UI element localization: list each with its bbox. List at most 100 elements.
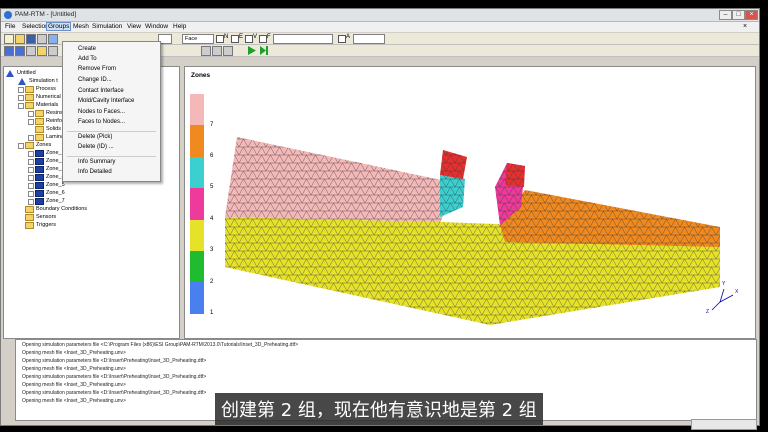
menu-separator: [67, 131, 156, 132]
menu-groups[interactable]: Groups: [46, 22, 72, 31]
tree-resins-label: Resins: [46, 110, 63, 116]
new-file-icon[interactable]: [4, 34, 14, 44]
folder-icon: [25, 94, 34, 101]
menu-item-change-id[interactable]: Change ID...: [78, 77, 112, 83]
window-title: PAM-RTM - [Untitled]: [15, 11, 77, 18]
axis-z-label: Z: [706, 309, 710, 315]
grid-icon[interactable]: [48, 46, 58, 56]
menu-separator: [67, 156, 156, 157]
key-icon[interactable]: [37, 46, 47, 56]
simulation-icon: [18, 78, 26, 85]
tree-zone-label: Zone_6: [46, 190, 65, 196]
menu-selection[interactable]: Selection: [22, 23, 49, 30]
mesh-zone-5-part: [440, 175, 465, 217]
zone-icon: [35, 174, 44, 181]
expand-icon[interactable]: [28, 167, 34, 173]
zone-icon: [35, 182, 44, 189]
menu-item-add-to[interactable]: Add To: [78, 56, 97, 62]
menu-view[interactable]: View: [127, 23, 141, 30]
menu-item-create[interactable]: Create: [78, 46, 96, 52]
collapse-icon[interactable]: [18, 143, 24, 149]
close-icon[interactable]: ×: [745, 10, 758, 20]
tree-solids-label: Solids: [46, 126, 61, 132]
tree-sensors-label: Sensors: [36, 214, 57, 220]
menu-window[interactable]: Window: [145, 23, 168, 30]
menu-item-info-detailed[interactable]: Info Detailed: [78, 169, 112, 175]
checkbox-a-label: A: [346, 34, 351, 40]
entity-combo[interactable]: Face: [182, 34, 214, 44]
video-subtitle: 创建第 2 组，现在他有意识地是第 2 组: [215, 393, 543, 425]
menu-item-nodes-to-faces[interactable]: Nodes to Faces...: [78, 109, 125, 115]
log-line: Opening mesh file <Inset_3D_Preheating.u…: [22, 398, 126, 404]
expand-icon[interactable]: [28, 119, 34, 125]
expand-icon[interactable]: [28, 159, 34, 165]
layout-icon[interactable]: [48, 34, 58, 44]
menu-item-mold-cavity-interface[interactable]: Mold/Cavity Interface: [78, 98, 134, 104]
folder-icon: [25, 142, 34, 149]
folder-icon: [35, 110, 44, 117]
chart-icon[interactable]: [223, 46, 233, 56]
expand-icon[interactable]: [28, 151, 34, 157]
mesh-model[interactable]: [185, 67, 755, 338]
menu-item-delete-pick[interactable]: Delete (Pick): [78, 134, 112, 140]
remove-icon[interactable]: [15, 46, 25, 56]
checkbox-v[interactable]: [245, 35, 253, 43]
app-window: PAM-RTM - [Untitled] – □ × File Selectio…: [0, 8, 760, 430]
save-icon[interactable]: [26, 34, 36, 44]
log-line: Opening mesh file <Inset_3D_Preheating.u…: [22, 350, 126, 356]
menu-item-contact-interface[interactable]: Contact Interface: [78, 88, 124, 94]
folder-icon: [35, 118, 44, 125]
title-bar: PAM-RTM - [Untitled] – □ ×: [1, 9, 759, 22]
print-icon[interactable]: [37, 34, 47, 44]
3d-viewport[interactable]: Zones 7 6 5 4 3 2 1 X Y Z: [184, 66, 756, 339]
expand-icon[interactable]: [18, 87, 24, 93]
checkbox-e-label: E: [239, 34, 244, 40]
log-line: Opening simulation parameters file <D:\I…: [22, 358, 207, 364]
checkbox-n-label: N: [224, 34, 229, 40]
minimize-icon[interactable]: –: [719, 10, 732, 20]
collapse-icon[interactable]: [18, 103, 24, 109]
menu-item-delete-id[interactable]: Delete (ID) ...: [78, 144, 114, 150]
horizontal-scrollbar[interactable]: [691, 419, 757, 430]
menu-file[interactable]: File: [5, 23, 15, 30]
tree-numerical-label: Numerical: [36, 94, 61, 100]
a-value-field[interactable]: [353, 34, 385, 44]
expand-icon[interactable]: [28, 135, 34, 141]
expand-icon[interactable]: [28, 111, 34, 117]
menu-item-info-summary[interactable]: Info Summary: [78, 159, 115, 165]
doc-close-icon[interactable]: ×: [743, 23, 747, 30]
log-line: Opening mesh file <Inset_3D_Preheating.u…: [22, 366, 126, 372]
expand-icon[interactable]: [28, 199, 34, 205]
checkbox-n[interactable]: [216, 35, 224, 43]
folder-icon: [35, 134, 44, 141]
log-line: Opening mesh file <Inset_3D_Preheating.u…: [22, 382, 126, 388]
menu-item-faces-to-nodes[interactable]: Faces to Nodes...: [78, 119, 125, 125]
menu-help[interactable]: Help: [173, 23, 186, 30]
folder-icon: [25, 214, 34, 221]
menu-simulation[interactable]: Simulation: [92, 23, 122, 30]
run-icon[interactable]: [247, 46, 256, 55]
tool-b-icon[interactable]: [212, 46, 222, 56]
open-folder-icon[interactable]: [15, 34, 25, 44]
checkbox-f[interactable]: [259, 35, 267, 43]
expand-icon[interactable]: [28, 175, 34, 181]
mesh-zone-7-part: [225, 137, 460, 222]
zone-icon: [35, 198, 44, 205]
add-icon[interactable]: [4, 46, 14, 56]
run-step-icon[interactable]: [259, 46, 268, 55]
menu-mesh[interactable]: Mesh: [73, 23, 89, 30]
maximize-icon[interactable]: □: [732, 10, 745, 20]
menu-item-remove-from[interactable]: Remove From: [78, 66, 116, 72]
expand-icon[interactable]: [18, 95, 24, 101]
expand-icon[interactable]: [28, 183, 34, 189]
checkbox-a[interactable]: [338, 35, 346, 43]
tool-a-icon[interactable]: [201, 46, 211, 56]
checkbox-e[interactable]: [231, 35, 239, 43]
axis-triad: [711, 288, 734, 311]
expand-icon[interactable]: [28, 191, 34, 197]
list-icon[interactable]: [26, 46, 36, 56]
mesh-zone-6-part: [500, 190, 720, 247]
tree-process-label: Process: [36, 86, 56, 92]
zone-icon: [35, 166, 44, 173]
value-field[interactable]: [273, 34, 333, 44]
